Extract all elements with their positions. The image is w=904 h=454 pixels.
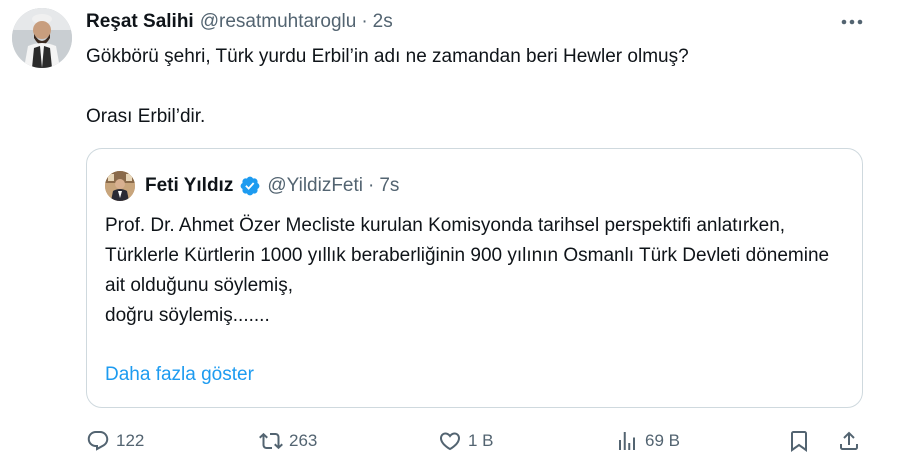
separator-dot: · <box>361 11 368 32</box>
retweet-icon <box>259 432 283 450</box>
share-button[interactable] <box>837 426 861 454</box>
tweet-text: Gökbörü şehri, Türk yurdu Erbil’in adı n… <box>86 46 689 127</box>
reply-button[interactable]: 122 <box>86 426 144 454</box>
bookmark-icon <box>791 431 807 452</box>
bookmark-button[interactable] <box>787 426 811 454</box>
tweet-action-bar: 122 263 1 B 69 B <box>86 426 866 454</box>
retweet-count: 263 <box>289 431 318 450</box>
show-more-link[interactable]: Daha fazla göster <box>105 360 254 390</box>
author-name[interactable]: Reşat Salihi <box>86 11 194 33</box>
heart-icon <box>439 432 461 451</box>
author-handle[interactable]: @resatmuhtaroglu <box>200 11 357 33</box>
analytics-icon <box>619 432 635 450</box>
reply-count: 122 <box>116 431 145 450</box>
share-icon <box>840 431 858 450</box>
quoted-tweet-header: Feti Yıldız @YildizFeti · 7s <box>105 171 399 201</box>
reply-icon <box>87 431 109 451</box>
quoted-tweet-time: 7s <box>379 175 400 196</box>
author-avatar[interactable] <box>12 8 72 68</box>
quoted-author-name: Feti Yıldız <box>145 175 234 196</box>
quoted-author-handle: @YildizFeti <box>267 175 364 196</box>
separator-dot: · <box>368 175 375 196</box>
more-horizontal-icon <box>841 19 863 25</box>
tweet-header: Reşat Salihi @resatmuhtaroglu · 2s <box>86 10 393 34</box>
avatar-photo-icon <box>12 8 72 68</box>
retweet-button[interactable]: 263 <box>259 426 317 454</box>
views-count: 69 B <box>645 431 680 450</box>
quoted-tweet[interactable]: Feti Yıldız @YildizFeti · 7s Prof. Dr. A… <box>86 148 863 408</box>
like-count: 1 B <box>468 431 494 450</box>
avatar-photo-icon <box>105 171 135 201</box>
like-button[interactable]: 1 B <box>438 426 494 454</box>
quoted-tweet-text: Prof. Dr. Ahmet Özer Mecliste kurulan Ko… <box>105 215 830 326</box>
views-button[interactable]: 69 B <box>615 426 680 454</box>
tweet-time[interactable]: 2s <box>373 11 393 33</box>
more-options-button[interactable] <box>838 12 866 32</box>
verified-badge-icon <box>240 176 260 196</box>
quoted-author-avatar <box>105 171 135 201</box>
